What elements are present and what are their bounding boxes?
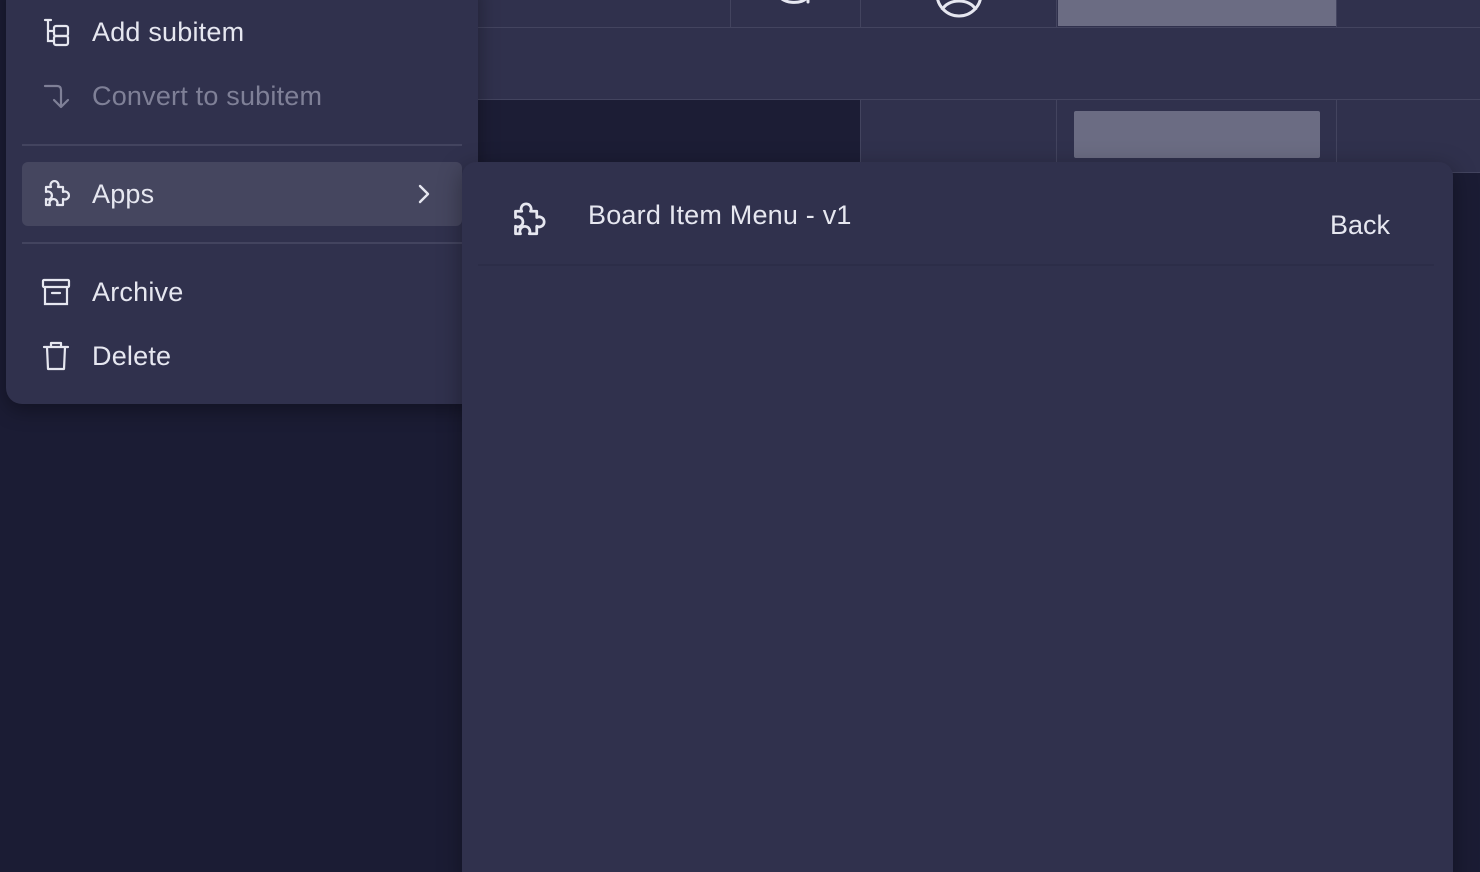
menu-item-delete[interactable]: Delete	[22, 324, 462, 388]
back-button[interactable]: Back	[1330, 210, 1390, 241]
column-divider	[730, 0, 731, 27]
puzzle-icon	[514, 202, 546, 236]
app-name-label: Board Item Menu - v1	[588, 200, 852, 230]
menu-item-label: Delete	[92, 340, 172, 371]
archive-box-icon	[40, 276, 72, 308]
column-divider	[1336, 0, 1337, 27]
status-cell[interactable]	[1074, 111, 1320, 158]
chat-bubble-icon[interactable]	[774, 0, 814, 12]
board-column-header-row	[460, 0, 1480, 28]
trash-icon	[40, 340, 72, 372]
person-circle-icon[interactable]	[930, 0, 988, 20]
chevron-right-icon	[418, 184, 430, 204]
status-column-header	[1058, 0, 1336, 26]
puzzle-icon	[40, 178, 72, 210]
subitem-tree-icon	[40, 16, 72, 48]
app-window: Add subitem Convert to subitem Apps Arch…	[0, 0, 1480, 872]
column-divider	[860, 0, 861, 27]
board-group-row	[460, 28, 1480, 100]
menu-item-archive[interactable]: Archive	[22, 260, 462, 324]
menu-item-add-subitem[interactable]: Add subitem	[22, 0, 462, 64]
convert-arrow-icon	[40, 80, 72, 112]
item-context-menu: Add subitem Convert to subitem Apps Arch…	[6, 0, 478, 404]
column-divider	[1056, 0, 1057, 27]
app-menu-header: Board Item Menu - v1 Back	[478, 162, 1434, 266]
menu-item-apps[interactable]: Apps	[22, 162, 462, 226]
menu-item-label: Archive	[92, 276, 184, 307]
menu-item-label: Add subitem	[92, 16, 245, 47]
menu-item-convert-to-subitem: Convert to subitem	[22, 64, 462, 128]
menu-item-label: Convert to subitem	[92, 80, 323, 111]
menu-item-label: Apps	[92, 178, 155, 209]
apps-submenu: Board Item Menu - v1 Back	[462, 162, 1453, 872]
menu-divider	[22, 144, 462, 146]
menu-divider	[22, 242, 462, 244]
